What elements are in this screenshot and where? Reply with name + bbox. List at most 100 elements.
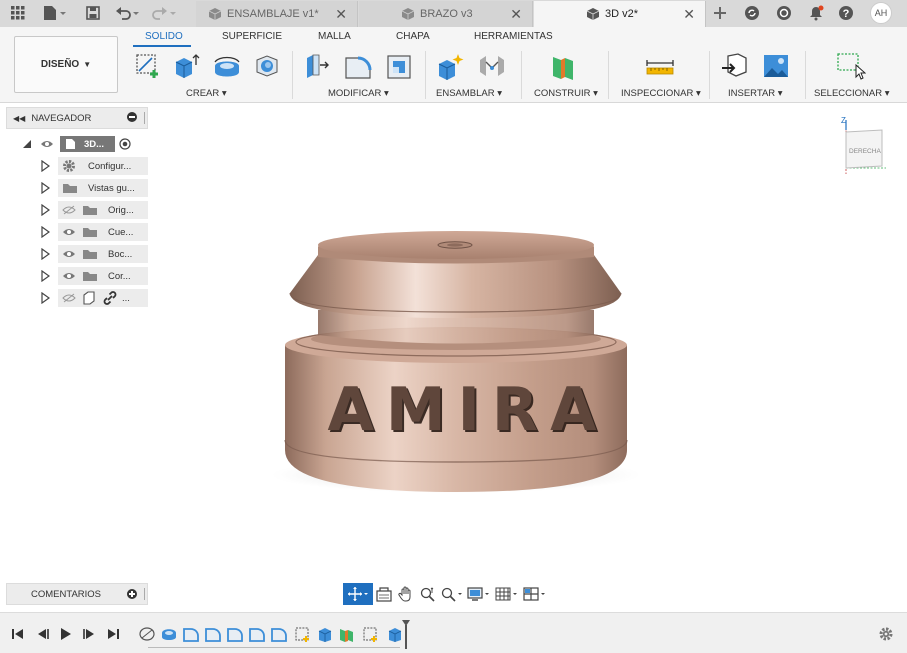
new-tab-icon[interactable] (710, 3, 730, 23)
sync-icon[interactable] (742, 3, 762, 23)
fit-button[interactable] (439, 583, 465, 605)
grid-menu-icon[interactable] (8, 3, 28, 23)
canvas-viewport[interactable]: AMIRA AMIRA (150, 104, 907, 584)
timeline-first-button[interactable] (10, 626, 26, 642)
collapse-panel-icon[interactable]: ◀◀ (13, 114, 25, 123)
collapsed-arrow-icon[interactable] (40, 182, 50, 194)
tab-3d[interactable]: 3D v2* ✕ (534, 1, 706, 27)
job-status-icon[interactable] (774, 3, 794, 23)
close-icon[interactable]: ✕ (335, 6, 347, 23)
close-icon[interactable]: ✕ (683, 6, 695, 23)
select-button[interactable] (836, 51, 866, 81)
zoom-button[interactable] (417, 583, 439, 605)
create-sketch-button[interactable] (133, 51, 163, 81)
root-component-chip[interactable]: 3D... (60, 136, 115, 152)
file-menu-icon[interactable] (40, 3, 68, 23)
nav-item-bocetos[interactable]: Boc... (40, 244, 148, 264)
group-label-crear[interactable]: CREAR ▾ (186, 88, 227, 99)
group-label-ensamblar[interactable]: ENSAMBLAR ▾ (436, 88, 502, 99)
grid-settings-button[interactable] (493, 583, 521, 605)
minus-circle-icon[interactable] (127, 112, 137, 122)
timeline-feature[interactable] (270, 625, 288, 643)
timeline-feature[interactable] (138, 625, 156, 643)
nav-item-linked[interactable]: ... (40, 288, 148, 308)
nav-item-chip[interactable]: Cor... (58, 267, 148, 285)
tab-herramientas[interactable]: HERRAMIENTAS (474, 31, 553, 42)
nav-item-chip[interactable]: Configur... (58, 157, 148, 175)
insert-canvas-button[interactable] (761, 51, 791, 81)
tab-brazo[interactable]: BRAZO v3 ✕ (359, 1, 533, 27)
notifications-icon[interactable] (806, 3, 826, 23)
nav-item-origen[interactable]: Orig... (40, 200, 148, 220)
nav-item-cortes[interactable]: Cor... (40, 266, 148, 286)
group-label-insertar[interactable]: INSERTAR ▾ (728, 88, 783, 99)
nav-item-chip[interactable]: Boc... (58, 245, 148, 263)
timeline-feature[interactable] (338, 625, 356, 643)
joint-button[interactable] (477, 51, 507, 81)
workspace-switcher[interactable]: DISEÑO ▼ (14, 36, 118, 93)
eye-icon[interactable] (62, 249, 76, 259)
group-label-modificar[interactable]: MODIFICAR ▾ (328, 88, 389, 99)
collapsed-arrow-icon[interactable] (40, 292, 50, 304)
measure-button[interactable] (644, 51, 676, 81)
close-icon[interactable]: ✕ (510, 6, 522, 23)
timeline-settings-button[interactable] (878, 626, 894, 642)
tab-solido[interactable]: SOLIDO (145, 31, 183, 42)
collapsed-arrow-icon[interactable] (40, 248, 50, 260)
look-at-button[interactable] (373, 583, 395, 605)
timeline-feature[interactable] (204, 625, 222, 643)
timeline-feature[interactable] (362, 625, 380, 643)
eye-hidden-icon[interactable] (62, 293, 76, 303)
group-label-seleccionar[interactable]: SELECCIONAR ▾ (814, 88, 890, 99)
timeline-next-button[interactable] (81, 626, 97, 642)
timeline-prev-button[interactable] (35, 626, 51, 642)
expanded-arrow-icon[interactable] (22, 139, 32, 149)
press-pull-button[interactable] (302, 51, 332, 81)
timeline-play-button[interactable] (58, 626, 74, 642)
nav-item-chip[interactable]: Vistas gu... (58, 179, 148, 197)
nav-root-row[interactable]: 3D... (22, 134, 131, 154)
timeline-feature[interactable] (182, 625, 200, 643)
hole-button[interactable] (252, 51, 282, 81)
redo-icon[interactable] (150, 3, 178, 23)
nav-item-configuracion[interactable]: Configur... (40, 156, 148, 176)
undo-icon[interactable] (114, 3, 142, 23)
display-settings-button[interactable] (465, 583, 493, 605)
timeline-marker[interactable] (401, 619, 411, 649)
nav-item-chip[interactable]: Cue... (58, 223, 148, 241)
nav-item-vistas[interactable]: Vistas gu... (40, 178, 148, 198)
nav-item-cuerpos[interactable]: Cue... (40, 222, 148, 242)
insert-derive-button[interactable] (720, 51, 750, 81)
view-cube[interactable]: Z DERECHA (838, 116, 888, 178)
shell-button[interactable] (384, 51, 414, 81)
tab-superficie[interactable]: SUPERFICIE (222, 31, 282, 42)
add-comment-icon[interactable] (127, 589, 137, 599)
nav-item-chip[interactable]: ... (58, 289, 148, 307)
extrude-button[interactable] (171, 51, 201, 81)
panel-resize-handle[interactable] (144, 588, 145, 600)
group-label-construir[interactable]: CONSTRUIR ▾ (534, 88, 598, 99)
comments-panel-header[interactable]: COMENTARIOS (6, 583, 148, 605)
timeline-feature[interactable] (248, 625, 266, 643)
timeline-last-button[interactable] (105, 626, 121, 642)
revolve-button[interactable] (212, 51, 242, 81)
panel-resize-handle[interactable] (144, 112, 145, 124)
tab-ensamblaje[interactable]: ENSAMBLAJE v1* ✕ (196, 1, 358, 27)
timeline-feature[interactable] (226, 625, 244, 643)
timeline-feature[interactable] (294, 625, 312, 643)
orbit-button[interactable] (343, 583, 373, 605)
group-label-inspeccionar[interactable]: INSPECCIONAR ▾ (621, 88, 701, 99)
eye-icon[interactable] (40, 139, 54, 149)
help-icon[interactable]: ? (836, 3, 856, 23)
viewports-button[interactable] (521, 583, 549, 605)
collapsed-arrow-icon[interactable] (40, 226, 50, 238)
timeline-feature[interactable] (316, 625, 334, 643)
tab-malla[interactable]: MALLA (318, 31, 351, 42)
save-icon[interactable] (84, 3, 102, 23)
collapsed-arrow-icon[interactable] (40, 160, 50, 172)
collapsed-arrow-icon[interactable] (40, 204, 50, 216)
timeline-feature[interactable] (160, 625, 178, 643)
new-component-button[interactable] (436, 51, 466, 81)
eye-hidden-icon[interactable] (62, 205, 76, 215)
eye-icon[interactable] (62, 227, 76, 237)
